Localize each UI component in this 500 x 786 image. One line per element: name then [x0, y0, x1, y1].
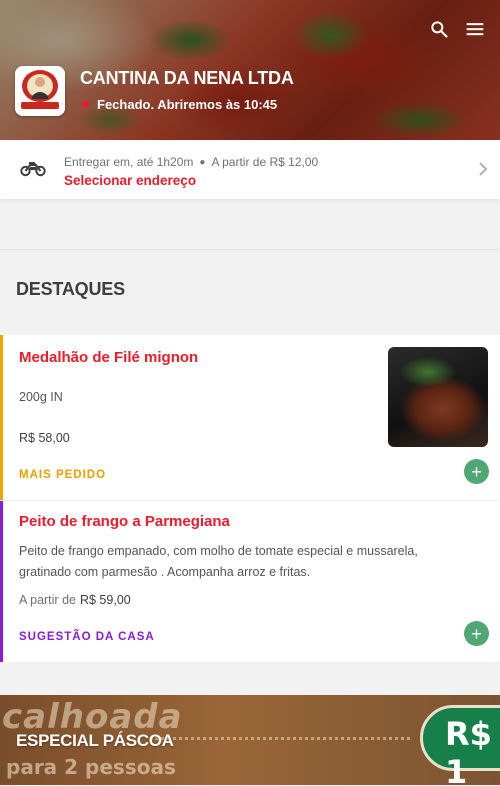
menu-item-card[interactable]: Peito de frango a Parmegiana Peito de fr… — [0, 501, 500, 662]
delivery-address-bar[interactable]: Entregar em, até 1h20m ● A partir de R$ … — [0, 140, 500, 199]
search-icon[interactable] — [428, 18, 450, 40]
add-item-button[interactable]: + — [464, 459, 489, 484]
store-status: Fechado. Abriremos às 10:45 — [82, 97, 277, 112]
item-tag: SUGESTÃO DA CASA — [19, 631, 155, 643]
banner-price: R$ 1 — [445, 715, 492, 785]
store-name: CANTINA DA NENA LTDA — [80, 68, 294, 88]
section-title: DESTAQUES — [16, 279, 125, 299]
delivery-info: Entregar em, até 1h20m ● A partir de R$ … — [64, 155, 318, 169]
add-item-button[interactable]: + — [464, 621, 489, 646]
price-value: R$ 59,00 — [79, 593, 131, 607]
item-tag: MAIS PEDIDO — [19, 469, 107, 481]
banner-title: ESPECIAL PÁSCOA — [16, 731, 174, 750]
item-description: 200g IN — [19, 390, 63, 404]
item-name: Peito de frango a Parmegiana — [19, 513, 230, 530]
item-description-line: gratinado com parmesão . Acompanha arroz… — [19, 565, 311, 579]
item-price: A partir de R$ 59,00 — [19, 593, 131, 607]
item-description: Peito de frango empanado, com molho de t… — [19, 541, 418, 583]
banner-image-subtext: para 2 pessoas — [6, 755, 176, 779]
section-divider — [0, 249, 500, 250]
store-logo — [15, 66, 65, 116]
closed-status-dot — [82, 101, 89, 108]
separator-dot: ● — [199, 156, 206, 168]
plus-icon: + — [471, 461, 482, 482]
motorcycle-icon — [20, 158, 46, 183]
select-address-link[interactable]: Selecionar endereço — [64, 173, 196, 188]
banner-dotted-line — [150, 737, 410, 740]
plus-icon: + — [471, 623, 482, 644]
menu-icon[interactable] — [464, 18, 486, 40]
item-photo — [388, 347, 488, 447]
chevron-right-icon — [478, 162, 488, 181]
item-price: R$ 58,00 — [19, 431, 70, 445]
store-status-text: Fechado. Abriremos às 10:45 — [97, 97, 278, 112]
price-prefix: A partir de — [19, 593, 76, 607]
item-description-line: Peito de frango empanado, com molho de t… — [19, 544, 418, 558]
menu-item-card[interactable]: Medalhão de Filé mignon 200g IN R$ 58,00… — [0, 335, 500, 500]
delivery-eta: Entregar em, até 1h20m — [64, 155, 194, 169]
item-name: Medalhão de Filé mignon — [19, 349, 199, 366]
delivery-min-order: A partir de R$ 12,00 — [211, 155, 319, 169]
